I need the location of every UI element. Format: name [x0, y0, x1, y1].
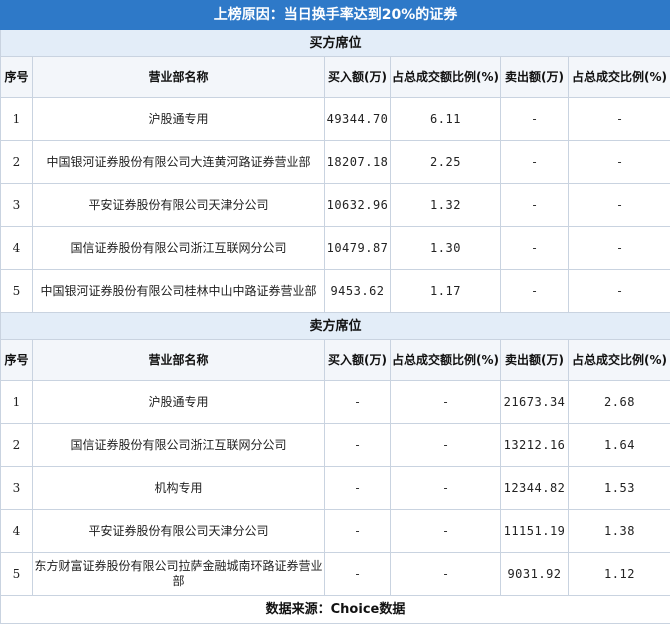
- sell-pct: 1.64: [567, 423, 670, 467]
- sell-amount: 21673.34: [500, 380, 569, 424]
- col-header-name: 营业部名称: [32, 339, 325, 381]
- row-index: 1: [0, 380, 33, 424]
- row-index: 2: [0, 423, 33, 467]
- sell-amount: 13212.16: [500, 423, 569, 467]
- buy-amount: 10479.87: [324, 226, 391, 270]
- table-row: 1 沪股通专用 - - 21673.34 2.68: [0, 380, 670, 424]
- sell-amount: -: [500, 97, 569, 141]
- sell-pct: -: [567, 140, 670, 184]
- table-row: 3 平安证券股份有限公司天津分公司 10632.96 1.32 - -: [0, 183, 670, 227]
- sell-amount: -: [500, 140, 569, 184]
- buy-amount: 49344.70: [324, 97, 391, 141]
- title-row: 上榜原因：当日换手率达到20%的证券: [0, 0, 670, 30]
- table-row: 5 中国银河证券股份有限公司桂林中山中路证券营业部 9453.62 1.17 -…: [0, 269, 670, 313]
- sell-section-label: 卖方席位: [0, 312, 670, 340]
- col-header-buy-amount: 买入额(万): [324, 56, 391, 98]
- buy-section-label: 买方席位: [0, 29, 670, 57]
- dragon-tiger-table: 上榜原因：当日换手率达到20%的证券 买方席位 序号 营业部名称 买入额(万) …: [0, 0, 670, 624]
- branch-name: 机构专用: [32, 466, 325, 510]
- buy-amount: 18207.18: [324, 140, 391, 184]
- table-row: 4 平安证券股份有限公司天津分公司 - - 11151.19 1.38: [0, 509, 670, 553]
- sell-pct: -: [567, 183, 670, 227]
- sell-column-headers: 序号 营业部名称 买入额(万) 占总成交额比例(%) 卖出额(万) 占总成交比例…: [0, 339, 670, 381]
- row-index: 2: [0, 140, 33, 184]
- branch-name: 沪股通专用: [32, 97, 325, 141]
- sell-pct: 2.68: [567, 380, 670, 424]
- sell-pct: 1.38: [567, 509, 670, 553]
- branch-name: 沪股通专用: [32, 380, 325, 424]
- sell-pct: 1.53: [567, 466, 670, 510]
- buy-pct: 1.32: [390, 183, 501, 227]
- sell-amount: 9031.92: [500, 552, 569, 596]
- sell-pct: 1.12: [567, 552, 670, 596]
- table-row: 2 中国银河证券股份有限公司大连黄河路证券营业部 18207.18 2.25 -…: [0, 140, 670, 184]
- buy-pct: 6.11: [390, 97, 501, 141]
- source-row: 数据来源：Choice数据: [0, 595, 670, 624]
- buy-pct: -: [390, 423, 501, 467]
- buy-pct: -: [390, 380, 501, 424]
- sell-amount: 12344.82: [500, 466, 569, 510]
- row-index: 5: [0, 269, 33, 313]
- col-header-name: 营业部名称: [32, 56, 325, 98]
- branch-name: 中国银河证券股份有限公司桂林中山中路证券营业部: [32, 269, 325, 313]
- branch-name: 平安证券股份有限公司天津分公司: [32, 183, 325, 227]
- branch-name: 国信证券股份有限公司浙江互联网分公司: [32, 423, 325, 467]
- buy-amount: -: [324, 423, 391, 467]
- sell-amount: -: [500, 226, 569, 270]
- branch-name: 平安证券股份有限公司天津分公司: [32, 509, 325, 553]
- col-header-buy-pct: 占总成交额比例(%): [390, 56, 501, 98]
- buy-pct: -: [390, 466, 501, 510]
- col-header-sell-amount: 卖出额(万): [500, 339, 569, 381]
- sell-section-header: 卖方席位: [0, 312, 670, 340]
- buy-amount: -: [324, 552, 391, 596]
- buy-pct: 2.25: [390, 140, 501, 184]
- col-header-index: 序号: [0, 339, 33, 381]
- buy-amount: 9453.62: [324, 269, 391, 313]
- row-index: 1: [0, 97, 33, 141]
- buy-column-headers: 序号 营业部名称 买入额(万) 占总成交额比例(%) 卖出额(万) 占总成交比例…: [0, 56, 670, 98]
- col-header-index: 序号: [0, 56, 33, 98]
- table-row: 4 国信证券股份有限公司浙江互联网分公司 10479.87 1.30 - -: [0, 226, 670, 270]
- col-header-sell-pct: 占总成交比例(%): [567, 56, 670, 98]
- buy-pct: 1.30: [390, 226, 501, 270]
- row-index: 3: [0, 183, 33, 227]
- col-header-buy-pct: 占总成交额比例(%): [390, 339, 501, 381]
- buy-pct: -: [390, 552, 501, 596]
- table-row: 2 国信证券股份有限公司浙江互联网分公司 - - 13212.16 1.64: [0, 423, 670, 467]
- sell-pct: -: [567, 97, 670, 141]
- table-title: 上榜原因：当日换手率达到20%的证券: [0, 0, 670, 30]
- row-index: 4: [0, 509, 33, 553]
- buy-pct: -: [390, 509, 501, 553]
- table-row: 3 机构专用 - - 12344.82 1.53: [0, 466, 670, 510]
- buy-amount: -: [324, 466, 391, 510]
- col-header-buy-amount: 买入额(万): [324, 339, 391, 381]
- sell-amount: -: [500, 183, 569, 227]
- col-header-sell-pct: 占总成交比例(%): [567, 339, 670, 381]
- buy-section-header: 买方席位: [0, 29, 670, 57]
- row-index: 5: [0, 552, 33, 596]
- row-index: 4: [0, 226, 33, 270]
- col-header-sell-amount: 卖出额(万): [500, 56, 569, 98]
- row-index: 3: [0, 466, 33, 510]
- data-source-note: 数据来源：Choice数据: [0, 595, 670, 624]
- table-row: 1 沪股通专用 49344.70 6.11 - -: [0, 97, 670, 141]
- buy-amount: -: [324, 509, 391, 553]
- buy-amount: -: [324, 380, 391, 424]
- sell-pct: -: [567, 226, 670, 270]
- buy-amount: 10632.96: [324, 183, 391, 227]
- sell-amount: -: [500, 269, 569, 313]
- buy-pct: 1.17: [390, 269, 501, 313]
- branch-name: 东方财富证券股份有限公司拉萨金融城南环路证券营业部: [32, 552, 325, 596]
- sell-pct: -: [567, 269, 670, 313]
- branch-name: 中国银河证券股份有限公司大连黄河路证券营业部: [32, 140, 325, 184]
- table-row: 5 东方财富证券股份有限公司拉萨金融城南环路证券营业部 - - 9031.92 …: [0, 552, 670, 596]
- sell-amount: 11151.19: [500, 509, 569, 553]
- branch-name: 国信证券股份有限公司浙江互联网分公司: [32, 226, 325, 270]
